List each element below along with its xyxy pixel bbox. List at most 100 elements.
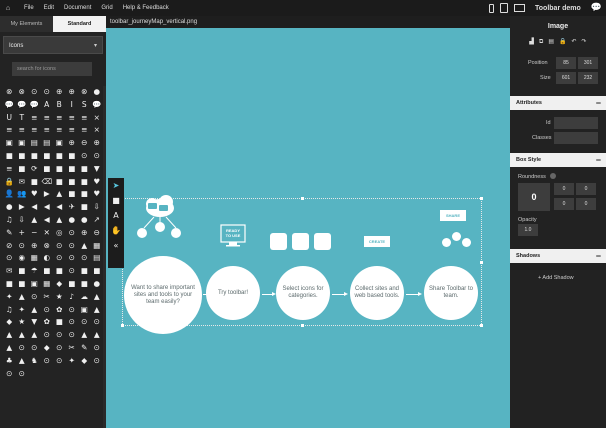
icon-grid-item[interactable]: ⊙: [28, 86, 41, 99]
position-y-field[interactable]: 301: [578, 57, 598, 69]
icon-grid-item[interactable]: ▲: [53, 188, 66, 201]
icon-grid-item[interactable]: ▲: [3, 342, 16, 355]
icon-grid-item[interactable]: ≡: [53, 112, 66, 125]
icon-grid-item[interactable]: ✉: [16, 176, 29, 189]
group-icon[interactable]: ⧉: [539, 38, 543, 46]
icon-grid-item[interactable]: T: [16, 112, 29, 125]
icon-grid-item[interactable]: ■: [78, 188, 91, 201]
icon-grid-item[interactable]: ⊙: [16, 342, 29, 355]
resize-handle[interactable]: [480, 197, 483, 200]
icon-grid-item[interactable]: ♫: [3, 304, 16, 317]
icon-grid-item[interactable]: ◀: [53, 201, 66, 214]
icon-grid-item[interactable]: ■: [78, 176, 91, 189]
id-field[interactable]: [554, 117, 598, 129]
icon-grid-item[interactable]: ■: [53, 150, 66, 163]
icon-grid-item[interactable]: ⊙: [28, 342, 41, 355]
icon-grid-item[interactable]: ●: [91, 278, 104, 291]
icon-grid-item[interactable]: ≡: [3, 163, 16, 176]
icon-grid-item[interactable]: ⊙: [91, 355, 104, 368]
icon-grid-item[interactable]: ▲: [3, 329, 16, 342]
icon-grid-item[interactable]: ≡: [28, 112, 41, 125]
icon-grid-item[interactable]: ⊗: [3, 86, 16, 99]
box-style-section-header[interactable]: Box Style −: [510, 153, 606, 167]
icon-grid-item[interactable]: ▲: [78, 329, 91, 342]
icon-grid-item[interactable]: ◀: [41, 201, 54, 214]
icon-grid-item[interactable]: ✉: [3, 265, 16, 278]
icon-grid-item[interactable]: ⊙: [53, 252, 66, 265]
icon-grid-item[interactable]: ⟳: [28, 163, 41, 176]
icon-grid-item[interactable]: ♞: [28, 355, 41, 368]
icon-grid-item[interactable]: ⨯: [91, 112, 104, 125]
icon-grid-item[interactable]: −: [28, 227, 41, 240]
icon-grid-item[interactable]: S: [78, 99, 91, 112]
icon-grid-item[interactable]: A: [41, 99, 54, 112]
icon-grid-item[interactable]: ≡: [16, 124, 29, 137]
icon-grid-item[interactable]: ■: [66, 278, 79, 291]
classes-field[interactable]: [554, 132, 598, 144]
icon-grid-item[interactable]: I: [66, 99, 79, 112]
icon-grid-item[interactable]: U: [3, 112, 16, 125]
lock-icon[interactable]: 🔒: [559, 38, 566, 46]
icon-grid-item[interactable]: ⊙: [78, 252, 91, 265]
corner-top-left-field[interactable]: 0: [554, 183, 574, 195]
icon-grid-item[interactable]: 💬: [3, 99, 16, 112]
icon-grid-item[interactable]: ✂: [66, 342, 79, 355]
corner-bottom-right-field[interactable]: 0: [576, 198, 596, 210]
icon-grid-item[interactable]: ≡: [41, 124, 54, 137]
collapse-icon[interactable]: −: [596, 96, 601, 110]
icon-grid-item[interactable]: ⊕: [53, 86, 66, 99]
icon-grid-item[interactable]: ▲: [28, 329, 41, 342]
icon-grid-item[interactable]: ⊙: [91, 316, 104, 329]
icon-grid-item[interactable]: ⊗: [78, 86, 91, 99]
add-shadow-button[interactable]: + Add Shadow: [538, 275, 574, 281]
tablet-preview-icon[interactable]: [500, 3, 509, 13]
feedback-bubble-icon[interactable]: 💬: [591, 3, 602, 13]
icon-grid-item[interactable]: ⊙: [66, 227, 79, 240]
opacity-field[interactable]: 1.0: [518, 224, 538, 236]
icon-grid-item[interactable]: ⊙: [53, 342, 66, 355]
icon-grid-item[interactable]: ▣: [3, 137, 16, 150]
icon-grid-item[interactable]: ▲: [91, 329, 104, 342]
icon-grid-item[interactable]: 💬: [91, 99, 104, 112]
corner-bottom-left-field[interactable]: 0: [554, 198, 574, 210]
icon-grid-item[interactable]: ▶: [16, 201, 29, 214]
icon-grid-item[interactable]: ▶: [41, 188, 54, 201]
icon-grid-item[interactable]: ⊙: [41, 355, 54, 368]
icon-grid-item[interactable]: ▣: [53, 137, 66, 150]
icon-grid-item[interactable]: ✦: [66, 355, 79, 368]
icon-grid-item[interactable]: ●: [78, 214, 91, 227]
icon-grid-item[interactable]: ☂: [28, 265, 41, 278]
size-height-field[interactable]: 232: [578, 72, 598, 84]
icon-grid-item[interactable]: ⊙: [66, 304, 79, 317]
icon-grid-item[interactable]: ■: [41, 163, 54, 176]
icon-grid-item[interactable]: ≡: [66, 124, 79, 137]
icon-search-input[interactable]: search for icons: [12, 62, 92, 76]
icon-grid-item[interactable]: ⊙: [53, 240, 66, 253]
icon-grid-item[interactable]: ⊙: [53, 329, 66, 342]
size-width-field[interactable]: 601: [556, 72, 576, 84]
icon-grid-item[interactable]: ■: [78, 265, 91, 278]
menu-edit[interactable]: Edit: [44, 5, 54, 11]
icon-grid-item[interactable]: ⊙: [66, 329, 79, 342]
icon-grid-item[interactable]: ☁: [78, 291, 91, 304]
icon-grid-item[interactable]: ●: [91, 86, 104, 99]
icon-grid-item[interactable]: 👥: [16, 188, 29, 201]
icon-grid-item[interactable]: ⊕: [91, 137, 104, 150]
icon-grid-item[interactable]: ◎: [53, 227, 66, 240]
icon-grid-item[interactable]: +: [16, 227, 29, 240]
corner-top-right-field[interactable]: 0: [576, 183, 596, 195]
icon-grid-item[interactable]: ■: [78, 163, 91, 176]
align-icon[interactable]: ▤: [548, 38, 554, 46]
icon-grid-item[interactable]: ▦: [28, 252, 41, 265]
icon-grid-item[interactable]: B: [53, 99, 66, 112]
icon-grid-item[interactable]: ✎: [78, 342, 91, 355]
icon-grid-item[interactable]: ■: [66, 163, 79, 176]
icon-grid-item[interactable]: ▲: [16, 329, 29, 342]
icon-grid-item[interactable]: ⊙: [41, 329, 54, 342]
icon-grid-item[interactable]: ⊕: [78, 227, 91, 240]
shadows-section-header[interactable]: Shadows −: [510, 249, 606, 263]
icon-grid-item[interactable]: 💬: [28, 99, 41, 112]
icon-grid-item[interactable]: ⊙: [28, 291, 41, 304]
resize-handle[interactable]: [121, 324, 124, 327]
icon-grid-item[interactable]: ■: [53, 176, 66, 189]
